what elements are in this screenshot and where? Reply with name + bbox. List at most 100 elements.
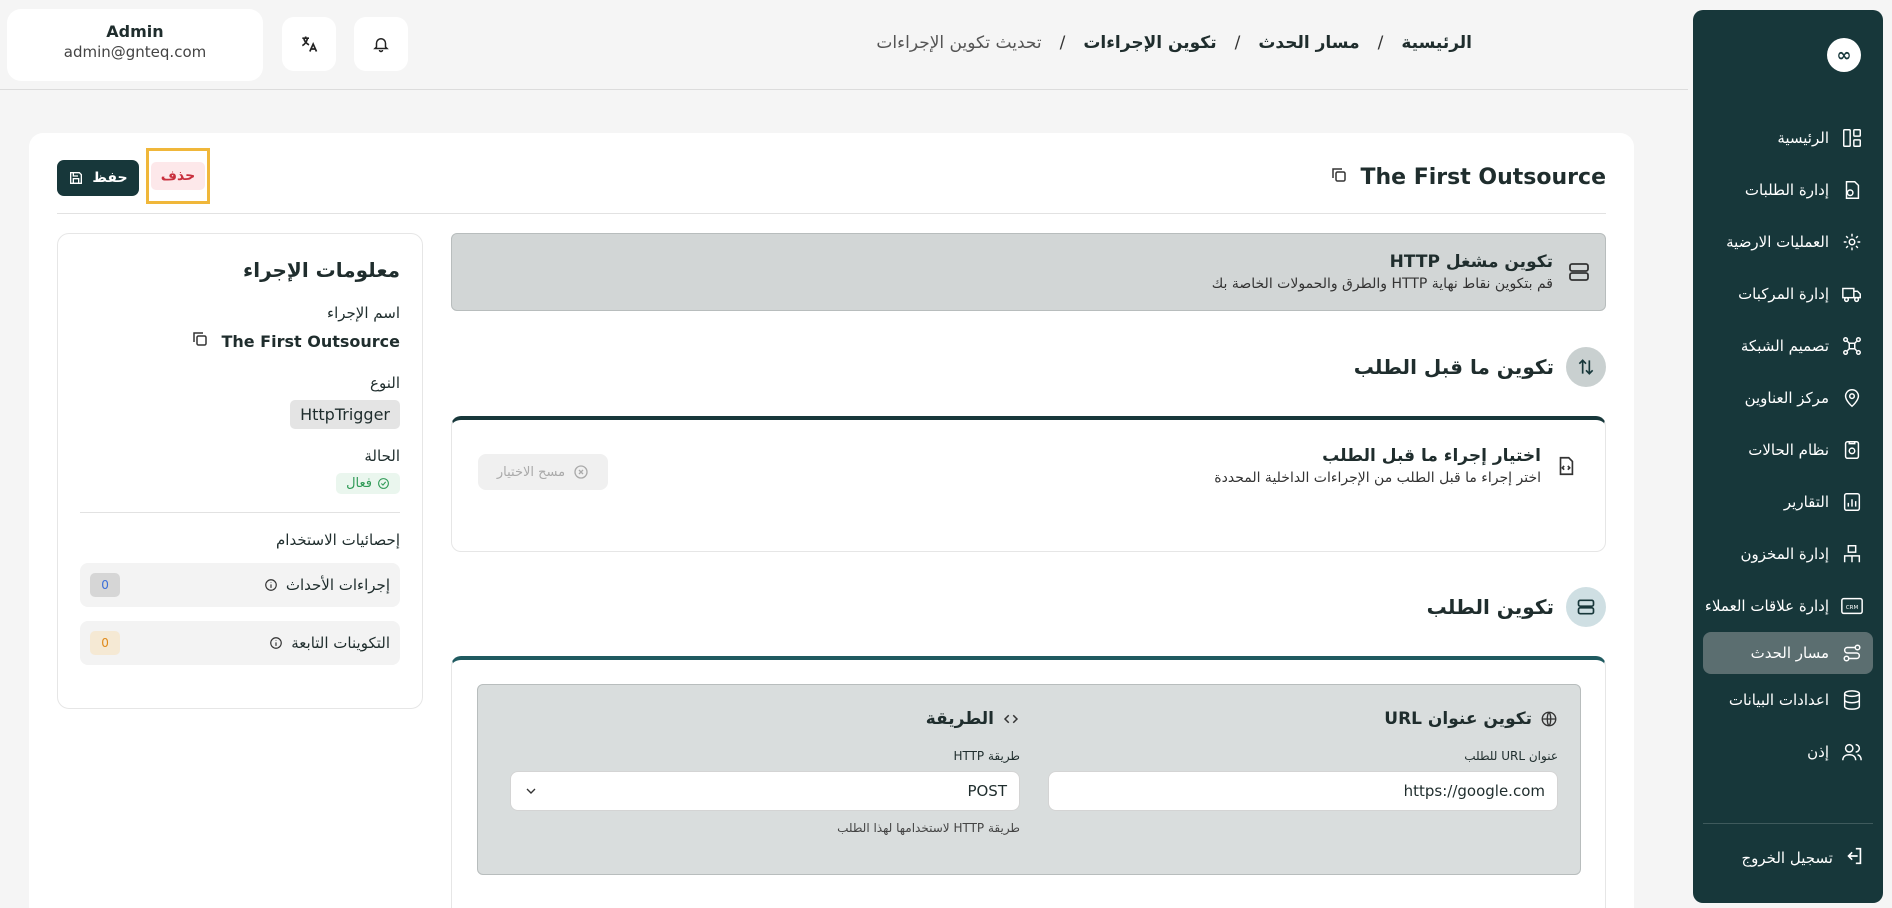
pre-request-select-subtitle: اختر إجراء ما قبل الطلب من الإجراءات الد… — [1214, 470, 1541, 486]
x-circle-icon — [574, 465, 588, 479]
stats-heading: إحصائيات الاستخدام — [275, 531, 400, 549]
check-circle-icon — [378, 478, 389, 489]
banner-subtitle: قم بتكوين نقاط نهاية HTTP والطرق والحمول… — [1211, 276, 1553, 292]
stat-count: 0 — [90, 573, 120, 597]
sidebar-item-reports[interactable]: التقارير — [1693, 476, 1883, 528]
save-icon — [70, 172, 83, 184]
save-button[interactable]: حفظ — [57, 160, 139, 196]
sidebar-item-inventory[interactable]: إدارة المخزون — [1693, 528, 1883, 580]
bell-icon — [373, 38, 389, 53]
users-icon — [1839, 739, 1865, 765]
url-config-box: تكوين عنوان URL عنوان URL للطلب https://… — [477, 684, 1581, 875]
status-icon — [1839, 437, 1865, 463]
delete-button[interactable]: حذف — [150, 162, 206, 190]
logout-icon — [1843, 845, 1865, 871]
title-divider — [57, 213, 1606, 214]
method-label: طريقة HTTP — [953, 749, 1020, 763]
sidebar-menu: الرئيسية إدارة الطلبات العمليات الارضية … — [1693, 112, 1883, 778]
svg-text:CRM: CRM — [1846, 605, 1859, 611]
user-email: admin@gnteq.com — [63, 43, 207, 61]
file-code-icon — [1559, 456, 1574, 476]
dashboard-icon — [1839, 125, 1865, 151]
inventory-icon — [1839, 541, 1865, 567]
page-title-row: The First Outsource — [1330, 165, 1606, 190]
info-icon[interactable] — [264, 578, 278, 592]
method-heading: الطريقة — [925, 709, 994, 729]
operations-icon — [1839, 229, 1865, 255]
sidebar-item-orders[interactable]: إدارة الطلبات — [1693, 164, 1883, 216]
method-hint: طريقة HTTP لاستخدامها لهذا الطلب — [837, 821, 1020, 835]
breadcrumb: الرئيسية / مسار الحدث / تكوين الإجراءات … — [876, 33, 1472, 53]
breadcrumb-current: تحديث تكوين الإجراءات — [876, 33, 1042, 53]
database-icon — [1839, 687, 1865, 713]
reports-icon — [1839, 489, 1865, 515]
pre-request-heading: تكوين ما قبل الطلب — [1354, 347, 1606, 387]
top-bar: Admin admin@gnteq.com الرئيسية / مسار ال… — [0, 0, 1688, 90]
copy-icon[interactable] — [191, 330, 209, 352]
clear-selection-button[interactable]: مسح الاختيار — [478, 454, 608, 490]
info-icon[interactable] — [269, 636, 283, 650]
method-column: الطريقة طريقة HTTP POST طريقة HTTP لاستخ… — [510, 709, 1020, 835]
action-name-label: اسم الإجراء — [327, 304, 400, 322]
status-badge: فعال — [336, 473, 400, 494]
network-icon — [1839, 333, 1865, 359]
info-heading: معلومات الإجراء — [242, 258, 400, 282]
sidebar-item-addresses[interactable]: مركز العناوين — [1693, 372, 1883, 424]
stat-count: 0 — [90, 631, 120, 655]
sidebar-item-status-system[interactable]: نظام الحالات — [1693, 424, 1883, 476]
request-heading: تكوين الطلب — [1427, 587, 1606, 627]
url-input[interactable]: https://google.com — [1048, 771, 1558, 811]
crm-icon: CRM — [1839, 593, 1865, 619]
stat-child-configs: التكوينات التابعة 0 — [80, 621, 400, 665]
sidebar-item-permissions[interactable]: إذن — [1693, 726, 1883, 778]
breadcrumb-event-path[interactable]: مسار الحدث — [1258, 33, 1359, 53]
user-name: Admin — [106, 22, 164, 41]
url-label: عنوان URL للطلب — [1464, 749, 1558, 763]
translate-icon — [301, 36, 318, 52]
globe-icon — [1541, 711, 1557, 727]
url-column: تكوين عنوان URL عنوان URL للطلب https://… — [1048, 709, 1558, 811]
sidebar-divider — [1703, 823, 1873, 824]
delete-button-highlight: حذف — [146, 148, 210, 204]
url-heading: تكوين عنوان URL — [1384, 709, 1532, 729]
sidebar-item-home[interactable]: الرئيسية — [1693, 112, 1883, 164]
pre-request-select-title: اختيار إجراء ما قبل الطلب — [1322, 446, 1541, 466]
sidebar-item-data-settings[interactable]: اعدادات البيانات — [1693, 674, 1883, 726]
type-label: النوع — [370, 374, 400, 392]
breadcrumb-actions-config[interactable]: تكوين الإجراءات — [1083, 33, 1216, 53]
logout-button[interactable]: تسجيل الخروج — [1741, 845, 1865, 871]
server-icon — [1566, 587, 1606, 627]
http-trigger-banner: تكوين مشغل HTTP قم بتكوين نقاط نهاية HTT… — [451, 233, 1606, 311]
swap-icon — [1566, 347, 1606, 387]
main-card: The First Outsource حفظ حذف معلومات الإج… — [29, 133, 1634, 908]
notifications-button[interactable] — [354, 17, 408, 71]
orders-icon — [1839, 177, 1865, 203]
request-panel: تكوين عنوان URL عنوان URL للطلب https://… — [451, 656, 1606, 908]
user-card[interactable]: Admin admin@gnteq.com — [7, 9, 263, 81]
language-button[interactable] — [282, 17, 336, 71]
logo-icon[interactable]: ∞ — [1827, 38, 1861, 72]
copy-icon[interactable] — [1330, 165, 1348, 190]
code-icon — [1003, 714, 1019, 724]
pre-request-panel: اختيار إجراء ما قبل الطلب اختر إجراء ما … — [451, 416, 1606, 552]
sidebar-item-event-path[interactable]: مسار الحدث — [1703, 632, 1873, 674]
server-icon — [1569, 263, 1589, 281]
banner-title: تكوين مشغل HTTP — [1389, 252, 1553, 272]
page-title: The First Outsource — [1360, 165, 1606, 190]
truck-icon — [1839, 281, 1865, 307]
breadcrumb-home[interactable]: الرئيسية — [1401, 33, 1472, 53]
sidebar: ∞ الرئيسية إدارة الطلبات العمليات الارضي… — [1693, 10, 1883, 903]
action-info-panel: معلومات الإجراء اسم الإجراء The First Ou… — [57, 233, 423, 709]
sidebar-item-network[interactable]: تصميم الشبكة — [1693, 320, 1883, 372]
stat-event-actions: إجراءات الأحداث 0 — [80, 563, 400, 607]
type-value: HttpTrigger — [290, 400, 400, 429]
action-name-value: The First Outsource — [80, 330, 400, 352]
status-label: الحالة — [364, 447, 400, 465]
event-path-icon — [1839, 640, 1865, 666]
sidebar-item-vehicles[interactable]: إدارة المركبات — [1693, 268, 1883, 320]
info-divider — [80, 512, 400, 513]
sidebar-item-crm[interactable]: CRM إدارة علاقات العملاء — [1693, 580, 1883, 632]
method-select[interactable]: POST — [510, 771, 1020, 811]
chevron-down-icon — [526, 788, 536, 794]
sidebar-item-ground-ops[interactable]: العمليات الارضية — [1693, 216, 1883, 268]
